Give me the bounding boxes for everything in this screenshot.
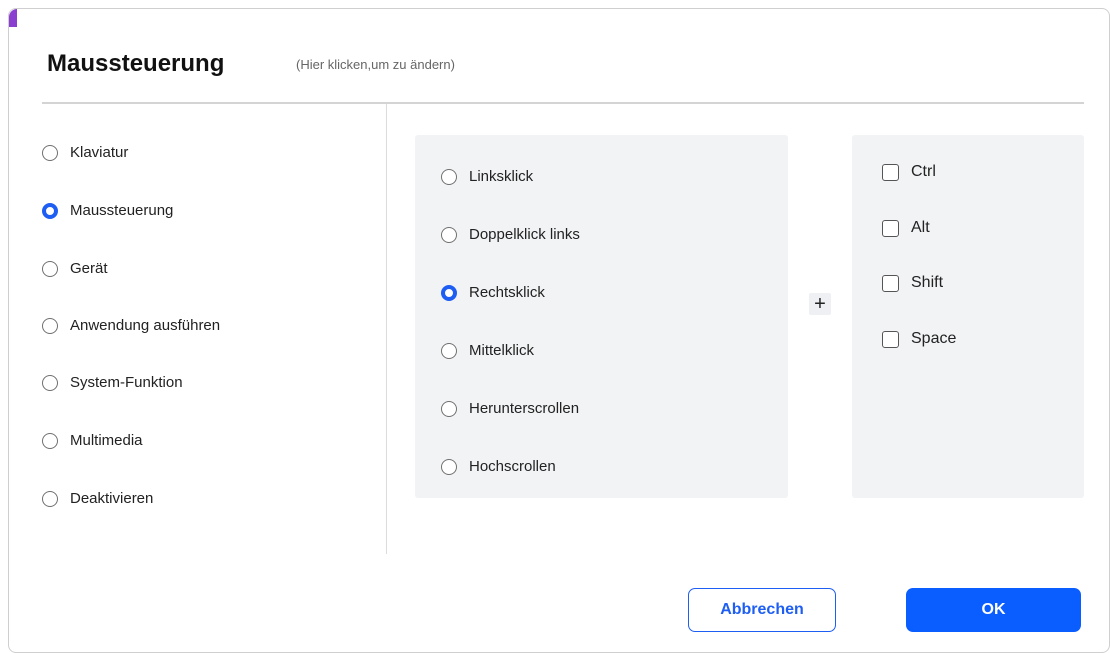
sidebar-divider: [386, 104, 387, 554]
window-corner-accent: [9, 9, 17, 27]
mouse-action-panel: [415, 135, 788, 498]
radio-icon: [42, 144, 58, 161]
action-label: Mittelklick: [469, 342, 535, 359]
header-divider: [42, 102, 1084, 104]
action-option-linksklick[interactable]: Linksklick: [441, 168, 533, 185]
modifier-label: Alt: [911, 219, 930, 236]
category-label: Gerät: [70, 260, 108, 277]
modifier-label: Ctrl: [911, 163, 936, 180]
category-label: Multimedia: [70, 432, 143, 449]
modifier-checkbox-shift[interactable]: Shift: [882, 274, 943, 292]
action-label: Rechtsklick: [469, 284, 545, 301]
radio-icon: [441, 458, 457, 475]
radio-icon: [441, 168, 457, 185]
checkbox-icon: [882, 330, 899, 348]
category-option-multimedia[interactable]: Multimedia: [42, 432, 143, 449]
cancel-button[interactable]: Abbrechen: [688, 588, 836, 632]
radio-icon: [42, 260, 58, 277]
category-option-klaviatur[interactable]: Klaviatur: [42, 144, 128, 161]
radio-selected-icon: [441, 284, 457, 301]
modifier-checkbox-space[interactable]: Space: [882, 330, 956, 348]
radio-icon: [42, 317, 58, 334]
dialog-subtitle-hint[interactable]: (Hier klicken,um zu ändern): [296, 57, 455, 72]
ok-button[interactable]: OK: [906, 588, 1081, 632]
radio-icon: [42, 490, 58, 507]
dialog-title: Maussteuerung: [47, 50, 225, 77]
modifier-label: Space: [911, 330, 957, 347]
category-label: Anwendung ausführen: [70, 317, 221, 334]
category-label: Deaktivieren: [70, 490, 154, 507]
radio-icon: [441, 342, 457, 359]
radio-icon: [42, 374, 58, 391]
mouse-control-dialog: Maussteuerung (Hier klicken,um zu ändern…: [8, 8, 1110, 653]
action-option-rechtsklick[interactable]: Rechtsklick: [441, 284, 545, 301]
category-option-maussteuerung[interactable]: Maussteuerung: [42, 202, 173, 219]
category-label: Klaviatur: [70, 144, 129, 161]
category-option-deaktivieren[interactable]: Deaktivieren: [42, 490, 153, 507]
checkbox-icon: [882, 274, 899, 292]
modifier-checkbox-ctrl[interactable]: Ctrl: [882, 163, 936, 181]
action-option-hochscrollen[interactable]: Hochscrollen: [441, 458, 556, 475]
modifier-checkbox-alt[interactable]: Alt: [882, 219, 930, 237]
action-label: Doppelklick links: [469, 226, 580, 243]
action-label: Hochscrollen: [469, 458, 556, 475]
category-option-anwendung-ausfuehren[interactable]: Anwendung ausführen: [42, 317, 220, 334]
checkbox-icon: [882, 163, 899, 181]
radio-icon: [441, 400, 457, 417]
action-option-herunterscrollen[interactable]: Herunterscrollen: [441, 400, 579, 417]
action-option-doppelklick-links[interactable]: Doppelklick links: [441, 226, 580, 243]
radio-icon: [42, 432, 58, 449]
action-label: Herunterscrollen: [469, 400, 580, 417]
category-option-geraet[interactable]: Gerät: [42, 260, 108, 277]
radio-icon: [441, 226, 457, 243]
action-label: Linksklick: [469, 168, 534, 185]
action-option-mittelklick[interactable]: Mittelklick: [441, 342, 534, 359]
radio-selected-icon: [42, 202, 58, 219]
category-option-system-funktion[interactable]: System-Funktion: [42, 374, 183, 391]
category-label: Maussteuerung: [70, 202, 174, 219]
category-label: System-Funktion: [70, 374, 183, 391]
checkbox-icon: [882, 219, 899, 237]
plus-icon: +: [809, 293, 831, 315]
modifier-label: Shift: [911, 274, 944, 291]
modifier-key-panel: [852, 135, 1084, 498]
